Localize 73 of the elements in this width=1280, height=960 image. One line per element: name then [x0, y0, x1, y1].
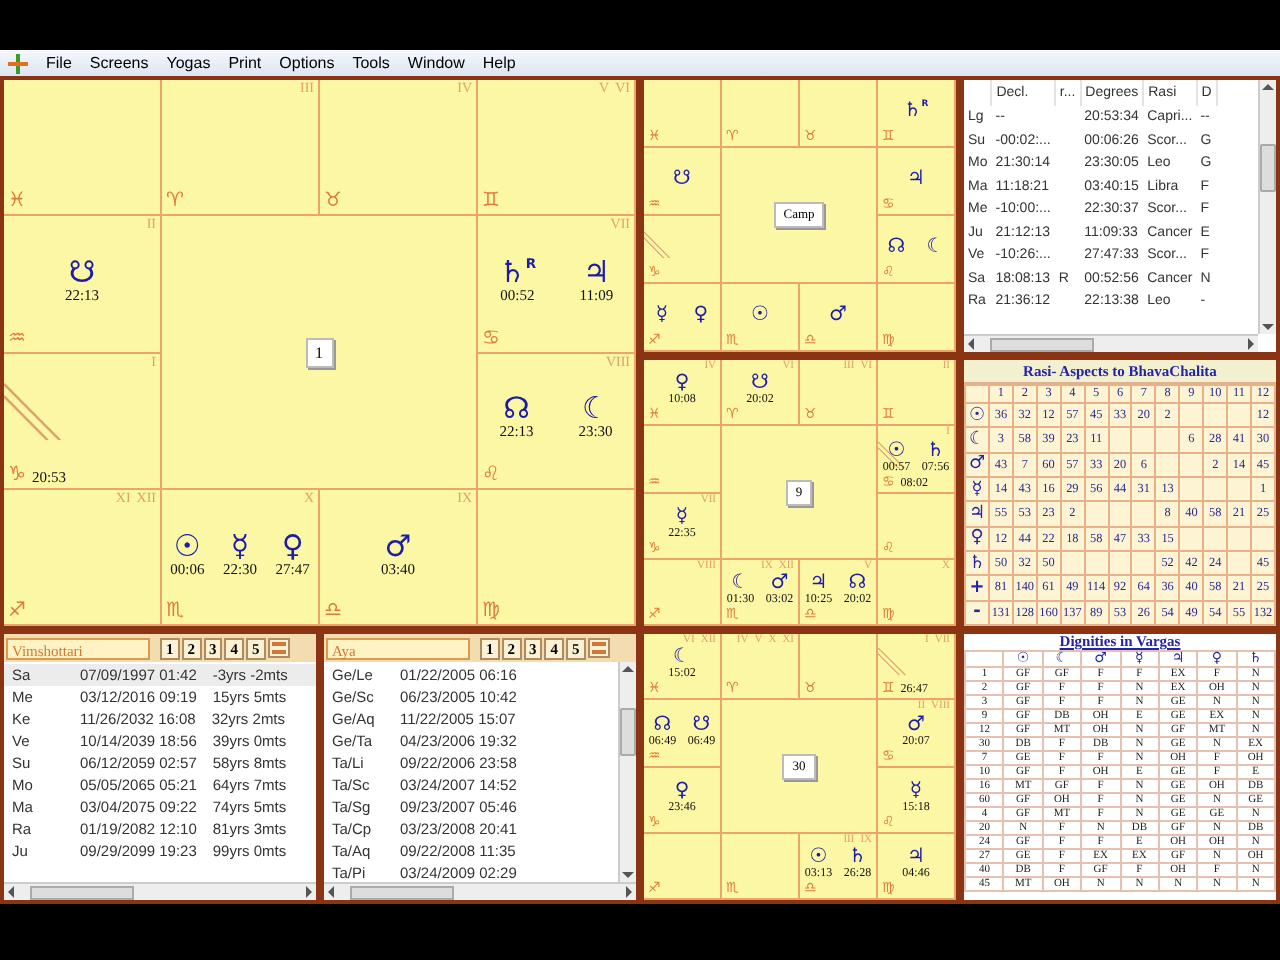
planet-glyph: ☾ [731, 574, 750, 595]
row-header: ♂ [965, 452, 989, 477]
planet-glyph: ☊ [653, 715, 672, 736]
planet-glyph: ☿ [909, 781, 923, 802]
menu-item[interactable]: Options [279, 51, 335, 75]
planet-glyph: ☉ [751, 305, 769, 326]
planet-glyph: ☉ [809, 848, 828, 869]
planet-glyph: ♂ [907, 715, 925, 736]
planet-glyph: ☉ [173, 531, 201, 562]
planet-glyph: ☾ [926, 237, 945, 258]
zodiac-sign: ♐ [8, 602, 26, 622]
zodiac-sign: ♑ [8, 465, 26, 486]
planet-glyph: ☉ [887, 441, 906, 462]
horizontal-scrollbar[interactable] [324, 882, 636, 900]
vertical-scrollbar[interactable] [618, 662, 636, 882]
planet-glyph: ☋ [751, 374, 769, 395]
planet-glyph: ☊ [887, 237, 906, 258]
row-header: ☉ [965, 402, 989, 428]
planet-glyph: ☿ [675, 507, 689, 528]
planet-glyph: ☋ [673, 169, 691, 190]
zodiac-sign: ♌ [482, 465, 500, 486]
zodiac-sign: ♓ [8, 192, 26, 213]
menu-item[interactable]: Screens [89, 51, 149, 75]
row-header: - [965, 600, 989, 625]
row-header: ☿ [965, 476, 989, 502]
row-header: ♃ [965, 501, 989, 527]
planet-glyph: ☾ [673, 648, 691, 669]
horizontal-scrollbar[interactable] [964, 334, 1258, 352]
row-header: ♄ [965, 550, 989, 576]
planet-glyph: ☿ [655, 305, 669, 326]
zodiac-sign: ♒ [8, 329, 26, 349]
planet-glyph: ♂ [829, 305, 847, 326]
planet-glyph: ♂ [384, 531, 412, 562]
planet-glyph: ♂ [770, 574, 789, 595]
menu-item[interactable]: File [46, 51, 72, 75]
planet-glyph: ♀ [674, 781, 690, 802]
menu-item[interactable]: Window [407, 51, 465, 75]
menu-item[interactable]: Print [228, 51, 262, 75]
row-header: ♀ [965, 526, 989, 551]
zodiac-sign: ♏ [166, 602, 184, 622]
split-icon[interactable] [267, 638, 290, 658]
split-icon[interactable] [587, 638, 610, 658]
planet-glyph: ♃ [907, 169, 925, 190]
zodiac-sign: ♊ [482, 192, 500, 213]
zodiac-sign: ♈ [166, 192, 184, 213]
row-header: ☾ [965, 427, 989, 453]
vertical-scrollbar[interactable] [1258, 80, 1276, 334]
planet-glyph: ♃ [809, 574, 828, 595]
planet-glyph: ☊ [848, 574, 867, 595]
zodiac-sign: ♍ [482, 602, 500, 622]
menu-item[interactable]: Help [482, 51, 516, 75]
planet-glyph: ☊ [503, 394, 530, 425]
planet-glyph: ♄ [848, 848, 867, 869]
menu-item[interactable]: Yogas [166, 51, 211, 75]
app-logo-icon[interactable] [8, 53, 28, 73]
menu-item[interactable]: Tools [352, 51, 390, 75]
planet-glyph: ♄$^{R}$ [498, 258, 537, 289]
horizontal-scrollbar[interactable] [4, 882, 316, 900]
planet-glyph: ☋ [68, 258, 96, 289]
zodiac-sign: ♉ [324, 192, 342, 213]
row-header: + [965, 575, 989, 601]
planet-glyph: ♀ [693, 305, 709, 326]
planet-glyph: ♃ [907, 848, 925, 869]
planet-glyph: ☾ [582, 394, 609, 425]
planet-glyph: ♄ [926, 441, 945, 462]
planet-glyph: ☋ [692, 715, 711, 736]
zodiac-sign: ♋ [482, 329, 500, 349]
planet-glyph: ♀ [281, 531, 304, 562]
planet-glyph: ♃ [582, 258, 610, 289]
planet-glyph: ♀ [674, 374, 690, 395]
chart-number-button[interactable]: 1 [305, 337, 333, 367]
zodiac-sign: ♎ [324, 602, 342, 622]
planet-glyph: ☿ [230, 531, 250, 562]
